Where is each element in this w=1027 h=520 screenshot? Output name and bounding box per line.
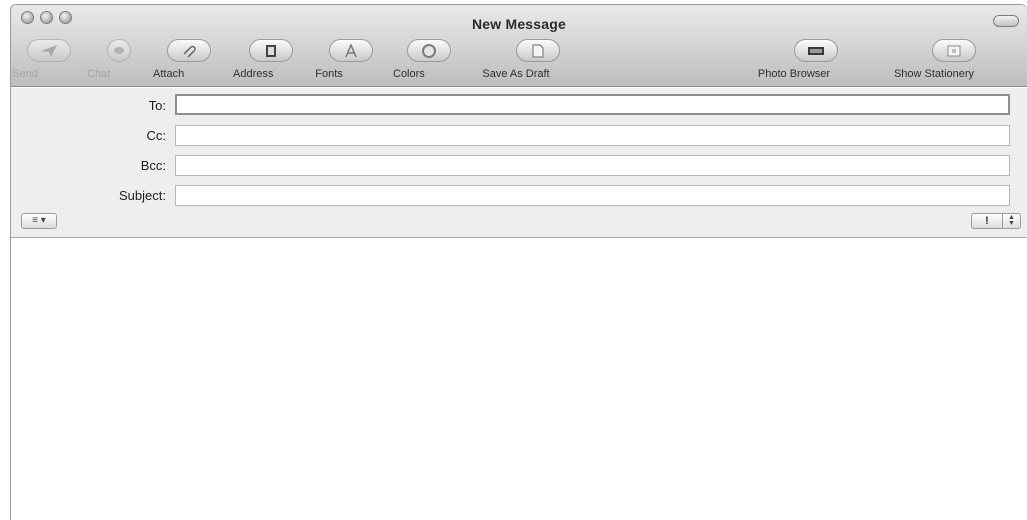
priority-label: ! (985, 215, 989, 227)
toolbar-toggle-button[interactable] (993, 15, 1019, 27)
cc-field[interactable] (175, 125, 1010, 146)
address-book-icon (249, 39, 293, 62)
window-title: New Message (471, 16, 567, 32)
toolbar: New Message Send Chat Attach Address Fon… (11, 5, 1027, 87)
priority-stepper[interactable]: ! ▲ ▼ (971, 213, 1021, 229)
colors-label: Colors (393, 68, 425, 80)
send-icon (27, 39, 71, 62)
header-fields-menu[interactable]: ≡ ▾ (21, 213, 57, 229)
subject-field[interactable] (175, 185, 1010, 206)
compose-window: New Message Send Chat Attach Address Fon… (10, 4, 1027, 520)
subject-label: Subject: (119, 188, 166, 203)
cc-label: Cc: (146, 128, 167, 143)
message-headers: To: Cc: Bcc: Subject: ≡ ▾ ! ▲ ▼ (11, 88, 1027, 238)
paperclip-icon (167, 39, 211, 62)
to-label: To: (148, 98, 166, 113)
stepper-arrows-icon[interactable]: ▲ ▼ (1002, 214, 1020, 228)
chat-icon (107, 39, 131, 62)
bcc-label: Bcc: (140, 158, 166, 173)
message-body[interactable] (11, 239, 1027, 520)
chat-label: Chat (87, 68, 111, 80)
attach-label: Attach (153, 68, 185, 80)
fonts-icon (329, 39, 373, 62)
to-field[interactable] (175, 94, 1010, 115)
send-label: Send (12, 68, 38, 80)
bcc-field[interactable] (175, 155, 1010, 176)
save-as-draft-label: Save As Draft (482, 68, 550, 80)
draft-document-icon (516, 39, 560, 62)
photo-browser-icon (794, 39, 838, 62)
photo-browser-label: Photo Browser (757, 68, 831, 80)
fonts-label: Fonts (315, 68, 343, 80)
address-label: Address (233, 68, 274, 80)
color-wheel-icon (407, 39, 451, 62)
stationery-icon (932, 39, 976, 62)
show-stationery-label: Show Stationery (893, 68, 975, 80)
